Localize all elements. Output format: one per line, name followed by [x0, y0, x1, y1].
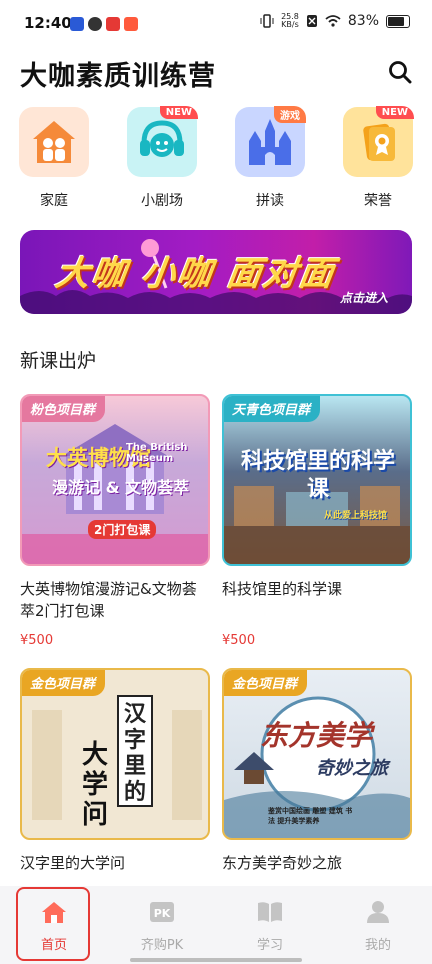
- nav-study[interactable]: 学习: [235, 900, 305, 953]
- nav-mine[interactable]: 我的: [343, 900, 413, 953]
- status-bar: 12:40 25.8 KB/s 83%: [0, 0, 432, 48]
- course-price: ¥500: [20, 633, 54, 648]
- course-thumbnail: 天青色项目群 科技馆里的科学课 从此爱上科技馆: [222, 394, 412, 566]
- home-indicator[interactable]: [130, 958, 302, 962]
- art-sub: The British Museum: [126, 442, 188, 464]
- new-badge: NEW: [375, 106, 414, 119]
- course-thumbnail: 金色项目群 汉字里的 大学问: [20, 668, 210, 840]
- family-house-icon: [19, 107, 89, 177]
- art-line: 漫游记 & 文物荟萃: [52, 478, 190, 497]
- course-title: 汉字里的大学问: [20, 854, 126, 872]
- wifi-icon: [325, 15, 341, 27]
- status-icons: 25.8 KB/s 83%: [260, 13, 410, 29]
- search-icon[interactable]: [388, 60, 412, 84]
- course-tag: 天青色项目群: [224, 396, 321, 422]
- promo-banner[interactable]: 大咖 小咖 面对面 点击进入: [20, 230, 412, 314]
- battery-icon: [386, 14, 410, 28]
- course-card[interactable]: 金色项目群 汉字里的 大学问 汉字里的大学问: [20, 668, 210, 874]
- status-time: 12:40: [24, 14, 72, 32]
- course-title: 科技馆里的科学课: [222, 580, 343, 598]
- category-label: 小剧场: [141, 193, 183, 209]
- category-theater[interactable]: NEW 小剧场: [126, 106, 198, 210]
- nav-label: 我的: [364, 938, 391, 953]
- castle-icon: 游戏: [235, 106, 306, 177]
- course-card[interactable]: 天青色项目群 科技馆里的科学课 从此爱上科技馆 科技馆里的科学课 ¥500: [222, 394, 412, 648]
- course-card[interactable]: 金色项目群 东方美学 奇妙之旅 鉴赏中国绘画 雕塑 建筑 书法 提升美学素养 东…: [222, 668, 412, 874]
- course-card[interactable]: 粉色项目群 大英博物馆 The British Museum 漫游记 & 文物荟…: [20, 394, 210, 648]
- course-tag: 金色项目群: [224, 670, 308, 696]
- art-title: 东方美学: [260, 719, 373, 752]
- svg-text:PK: PK: [154, 907, 171, 920]
- course-tag: 粉色项目群: [22, 396, 106, 422]
- pk-icon: PK: [150, 902, 174, 922]
- nav-pk[interactable]: PK 齐购PK: [127, 900, 197, 953]
- app-notification-icon: [124, 17, 138, 31]
- art-title: 科技馆里的科学课: [240, 449, 395, 502]
- app-notification-icon: [70, 17, 84, 31]
- app-notification-icon: [88, 17, 102, 31]
- course-thumbnail: 粉色项目群 大英博物馆 The British Museum 漫游记 & 文物荟…: [20, 394, 210, 566]
- category-label: 荣誉: [364, 193, 392, 209]
- nav-label: 首页: [40, 938, 67, 953]
- art-foot: 从此爱上科技馆: [324, 511, 388, 521]
- vibrate-icon: [260, 14, 274, 28]
- network-speed: 25.8 KB/s: [281, 12, 299, 29]
- course-thumbnail: 金色项目群 东方美学 奇妙之旅 鉴赏中国绘画 雕塑 建筑 书法 提升美学素养: [222, 668, 412, 840]
- course-price: ¥500: [222, 633, 256, 648]
- banner-title: 大咖 小咖 面对面: [52, 254, 339, 294]
- banner-enter-link[interactable]: 点击进入: [340, 289, 388, 306]
- honor-badge-icon: NEW: [343, 106, 414, 177]
- game-badge: 游戏: [274, 106, 306, 123]
- category-label: 家庭: [40, 193, 68, 209]
- category-phonics[interactable]: 游戏 拼读: [234, 106, 306, 210]
- app-notification-icon: [106, 17, 120, 31]
- art-big: 大学问: [81, 740, 108, 830]
- headset-mic-icon: NEW: [127, 106, 198, 177]
- nav-label: 学习: [256, 938, 283, 953]
- nav-label: 齐购PK: [140, 938, 184, 953]
- course-title: 东方美学奇妙之旅: [222, 854, 343, 872]
- category-honor[interactable]: NEW 荣誉: [342, 106, 414, 210]
- book-icon: [258, 902, 282, 922]
- art-sub: 奇妙之旅: [316, 758, 388, 779]
- category-label: 拼读: [256, 193, 284, 209]
- battery-percent: 83%: [347, 13, 379, 29]
- art-foot: 2门打包课: [88, 520, 157, 539]
- art-foot: 鉴赏中国绘画 雕塑 建筑 书法 提升美学素养: [268, 807, 353, 825]
- category-family[interactable]: 家庭: [18, 107, 90, 210]
- person-icon: [367, 901, 389, 923]
- art-title: 汉字里的: [123, 702, 146, 805]
- section-title: 新课出炉: [20, 350, 97, 372]
- home-icon: [42, 902, 66, 923]
- new-badge: NEW: [159, 106, 198, 119]
- course-tag: 金色项目群: [22, 670, 106, 696]
- nav-home[interactable]: 首页: [19, 900, 89, 953]
- page-title: 大咖素质训练营: [20, 61, 216, 92]
- course-title: 大英博物馆漫游记&文物荟萃2门打包课: [20, 580, 197, 620]
- no-sim-icon: [306, 15, 317, 27]
